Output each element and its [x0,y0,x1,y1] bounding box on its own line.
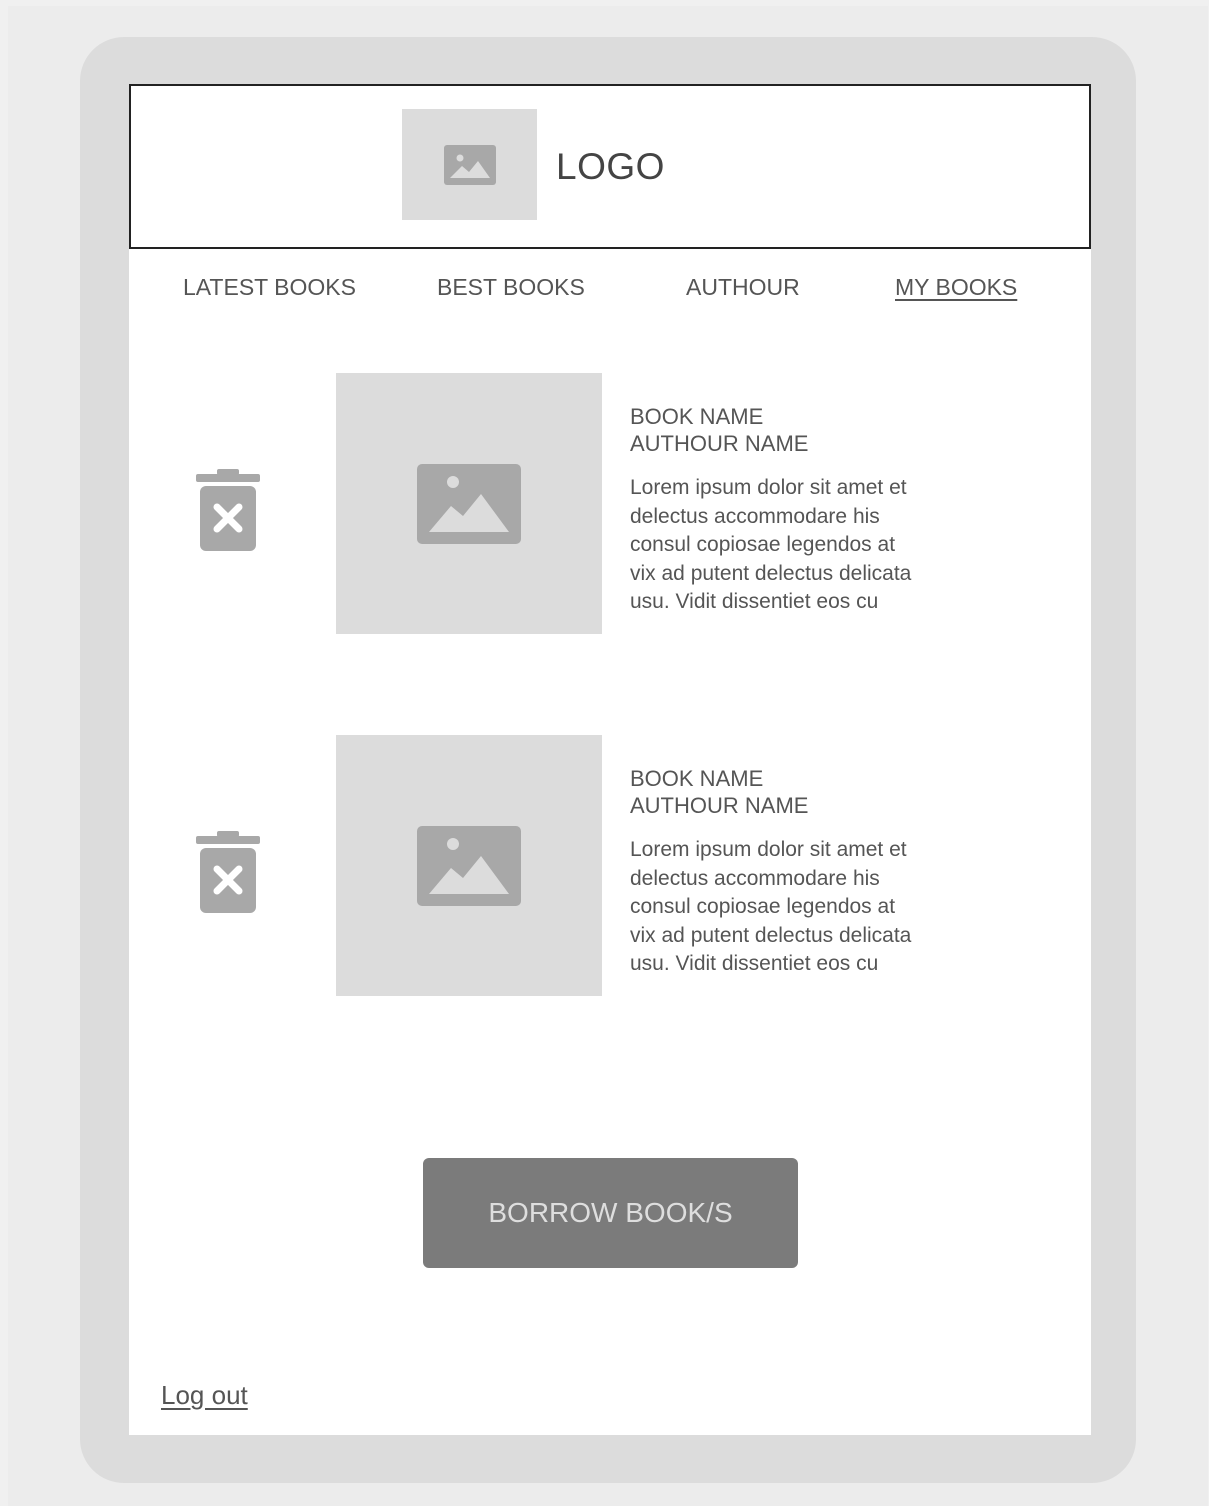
description-line: consul copiosae legendos at [630,895,896,918]
remove-book-button[interactable] [195,831,261,915]
main-nav: LATEST BOOKS BEST BOOKS AUTHOUR MY BOOKS [129,274,1091,304]
trash-x-icon [196,469,260,551]
nav-latest-books[interactable]: LATEST BOOKS [183,274,356,301]
book-cover[interactable] [336,735,602,996]
nav-best-books[interactable]: BEST BOOKS [437,274,585,301]
image-placeholder-icon [417,825,521,906]
author-name[interactable]: AUTHOUR NAME [630,430,970,457]
book-description: Lorem ipsum dolor sit amet et delectus a… [630,474,970,617]
description-line: usu. Vidit dissentiet eos cu [630,590,879,613]
book-info: BOOK NAME AUTHOUR NAME Lorem ipsum dolor… [630,765,970,979]
image-placeholder-icon [443,144,496,185]
description-line: consul copiosae legendos at [630,533,896,556]
book-cover[interactable] [336,373,602,634]
logo-image [402,109,537,220]
description-line: vix ad putent delectus delicata [630,923,912,947]
description-line: usu. Vidit dissentiet eos cu [630,952,879,975]
book-item: BOOK NAME AUTHOUR NAME Lorem ipsum dolor… [129,735,1091,997]
book-name[interactable]: BOOK NAME [630,765,970,792]
borrow-books-button[interactable]: BORROW BOOK/S [423,1158,798,1268]
description-line: delectus accommodare his [630,866,880,890]
header: LOGO [129,84,1091,249]
app-screen: LOGO LATEST BOOKS BEST BOOKS AUTHOUR MY … [129,84,1091,1435]
logo-text: LOGO [556,146,665,187]
book-name[interactable]: BOOK NAME [630,403,970,430]
trash-x-icon [196,831,260,913]
author-name[interactable]: AUTHOUR NAME [630,792,970,819]
description-line: vix ad putent delectus delicata [630,561,912,585]
description-line: Lorem ipsum dolor sit amet et [630,838,907,861]
nav-authour[interactable]: AUTHOUR [686,274,800,301]
image-placeholder-icon [417,463,521,544]
remove-book-button[interactable] [195,469,261,553]
book-description: Lorem ipsum dolor sit amet et delectus a… [630,836,970,979]
description-line: delectus accommodare his [630,504,880,528]
book-info: BOOK NAME AUTHOUR NAME Lorem ipsum dolor… [630,403,970,617]
logout-link[interactable]: Log out [161,1380,248,1411]
book-item: BOOK NAME AUTHOUR NAME Lorem ipsum dolor… [129,373,1091,635]
nav-my-books[interactable]: MY BOOKS [895,274,1017,301]
description-line: Lorem ipsum dolor sit amet et [630,476,907,499]
